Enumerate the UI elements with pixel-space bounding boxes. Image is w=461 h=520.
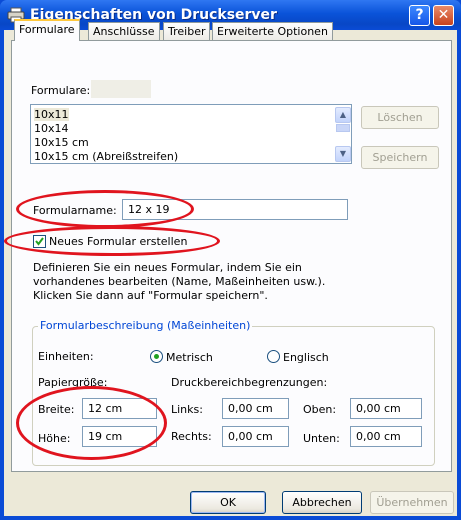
- print-area-label: Druckbereichbegrenzungen:: [171, 376, 328, 389]
- tab-formulare[interactable]: Formulare: [14, 19, 80, 41]
- right-margin-field[interactable]: 0,00 cm: [222, 426, 289, 447]
- list-item[interactable]: 10x15 cm: [34, 136, 89, 149]
- list-item[interactable]: 10x15 cm (Abreißstreifen): [34, 150, 178, 163]
- close-button[interactable]: ✕: [433, 5, 454, 26]
- top-margin-field[interactable]: 0,00 cm: [350, 398, 422, 419]
- english-radio-label: Englisch: [283, 351, 329, 364]
- save-button[interactable]: Speichern: [361, 146, 439, 169]
- left-margin-field[interactable]: 0,00 cm: [222, 398, 289, 419]
- delete-button[interactable]: Löschen: [361, 106, 439, 129]
- description-line: Klicken Sie dann auf "Formular speichern…: [33, 289, 268, 302]
- help-button[interactable]: ?: [409, 5, 430, 26]
- bottom-margin-label: Unten:: [303, 432, 340, 445]
- top-margin-label: Oben:: [303, 403, 337, 416]
- dialog-window: Eigenschaften von Druckserver ? ✕ Formul…: [0, 0, 461, 520]
- description-line: vorhandenes bearbeiten (Name, Maßeinheit…: [33, 275, 326, 288]
- groupbox-legend: Formularbeschreibung (Maßeinheiten): [38, 319, 253, 332]
- tab-anschluesse[interactable]: Anschlüsse: [88, 22, 160, 40]
- ok-button[interactable]: OK: [190, 491, 266, 514]
- list-item[interactable]: 10x11: [34, 108, 69, 121]
- forms-label-field: [91, 80, 151, 98]
- bottom-margin-field[interactable]: 0,00 cm: [350, 426, 422, 447]
- forms-list-label: Formulare:: [31, 84, 91, 97]
- left-margin-label: Links:: [171, 403, 203, 416]
- highlight-ellipse-form-name: [16, 190, 194, 228]
- apply-button[interactable]: Übernehmen: [370, 491, 454, 514]
- tab-erweiterte-optionen[interactable]: Erweiterte Optionen: [212, 22, 333, 40]
- metric-radio-label: Metrisch: [166, 351, 213, 364]
- metric-radio[interactable]: [150, 350, 163, 363]
- description-line: Definieren Sie ein neues Formular, indem…: [33, 261, 302, 274]
- right-margin-label: Rechts:: [171, 430, 212, 443]
- scroll-down-icon[interactable]: ▼: [335, 146, 351, 162]
- cancel-button[interactable]: Abbrechen: [282, 491, 362, 514]
- highlight-ellipse-paper-size: [16, 386, 167, 460]
- tab-treiber[interactable]: Treiber: [163, 22, 211, 40]
- scrollbar-thumb[interactable]: [336, 124, 350, 132]
- list-item[interactable]: 10x14: [34, 122, 69, 135]
- scroll-up-icon[interactable]: ▲: [335, 107, 351, 123]
- english-radio[interactable]: [267, 350, 280, 363]
- highlight-ellipse-new-form: [4, 226, 220, 256]
- forms-listbox[interactable]: 10x11 10x14 10x15 cm 10x15 cm (Abreißstr…: [30, 104, 352, 164]
- units-label: Einheiten:: [38, 350, 94, 363]
